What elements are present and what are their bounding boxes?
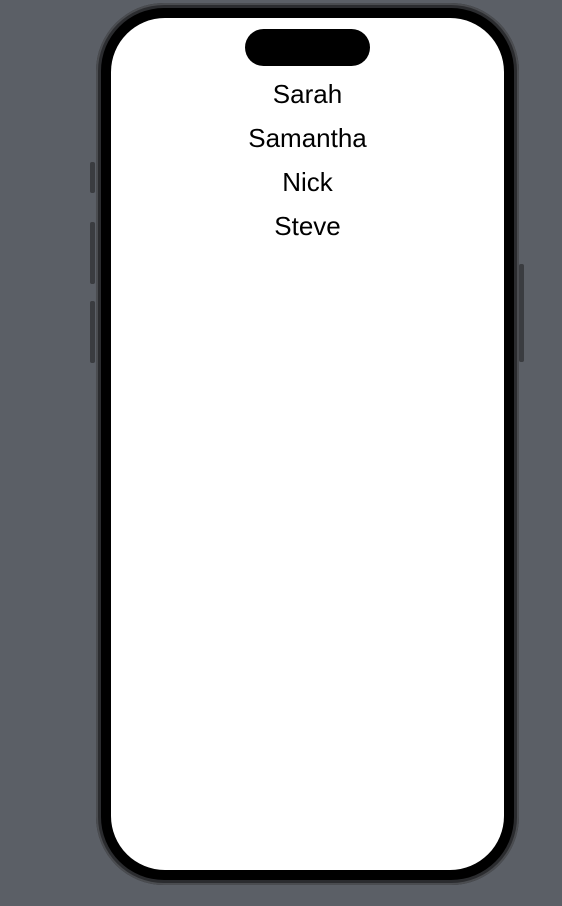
action-button[interactable] — [90, 162, 95, 193]
dynamic-island — [245, 29, 370, 66]
phone-screen: Sarah Samantha Nick Steve — [111, 18, 504, 870]
simulator-stage: Sarah Samantha Nick Steve — [0, 0, 562, 906]
volume-down-button[interactable] — [90, 301, 95, 363]
name-list: Sarah Samantha Nick Steve — [111, 76, 504, 252]
volume-up-button[interactable] — [90, 222, 95, 284]
list-item: Steve — [274, 211, 341, 241]
list-item: Samantha — [248, 123, 367, 153]
power-button[interactable] — [519, 264, 524, 362]
list-item: Sarah — [272, 79, 343, 109]
list-item: Nick — [282, 167, 333, 197]
